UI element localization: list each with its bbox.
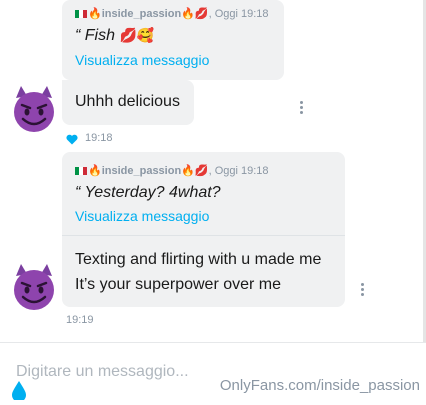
fire-icon: 🔥 [88, 165, 102, 177]
avatar[interactable] [9, 84, 59, 134]
watermark: OnlyFans.com/inside_passion [219, 377, 420, 394]
quote-time: Oggi 19:18 [214, 8, 269, 20]
message-text-line: It’s your superpower over me [75, 276, 282, 293]
message-input[interactable]: Digitare un messaggio... [16, 363, 189, 381]
message-text: Uhhh delicious [75, 93, 180, 110]
italy-flag-icon [75, 167, 87, 176]
view-message-link[interactable]: Visualizza messaggio [75, 208, 209, 224]
more-options-icon[interactable] [361, 283, 365, 298]
quote-emoji: 💋🥰 [119, 27, 155, 43]
view-message-link[interactable]: Visualizza messaggio [75, 52, 209, 68]
avatar[interactable] [9, 262, 59, 312]
like-heart-icon[interactable] [66, 132, 78, 145]
message-time: 19:19 [66, 314, 94, 326]
lips-icon: 💋 [194, 165, 209, 177]
quote-divider [62, 235, 345, 236]
quote-text: “ Fish 💋🥰 [75, 27, 154, 45]
quote-sender: inside_passion [101, 8, 182, 20]
message-time: 19:18 [85, 132, 113, 144]
fire-icon: 🔥 [181, 165, 195, 177]
message-text-line: Texting and flirting with u made me [75, 251, 322, 268]
quote-text-body: “ Fish [75, 27, 115, 44]
drop-icon [12, 381, 26, 402]
italy-flag-icon [75, 10, 87, 19]
more-options-icon[interactable] [300, 101, 304, 116]
fire-icon: 🔥 [181, 8, 195, 20]
heart-icon [66, 134, 78, 145]
quote-header: 🔥inside_passion🔥💋, Oggi 19:18 [75, 164, 269, 177]
smiling-devil-icon [14, 264, 54, 310]
quote-text: “ Yesterday? 4what? [75, 184, 221, 201]
quote-sender: inside_passion [101, 165, 182, 177]
tip-drop-icon[interactable] [8, 380, 30, 402]
lips-icon: 💋 [194, 8, 209, 20]
quote-time: Oggi 19:18 [214, 165, 269, 177]
quote-header: 🔥inside_passion🔥💋, Oggi 19:18 [75, 7, 269, 20]
fire-icon: 🔥 [88, 8, 102, 20]
smiling-devil-icon [14, 86, 54, 132]
